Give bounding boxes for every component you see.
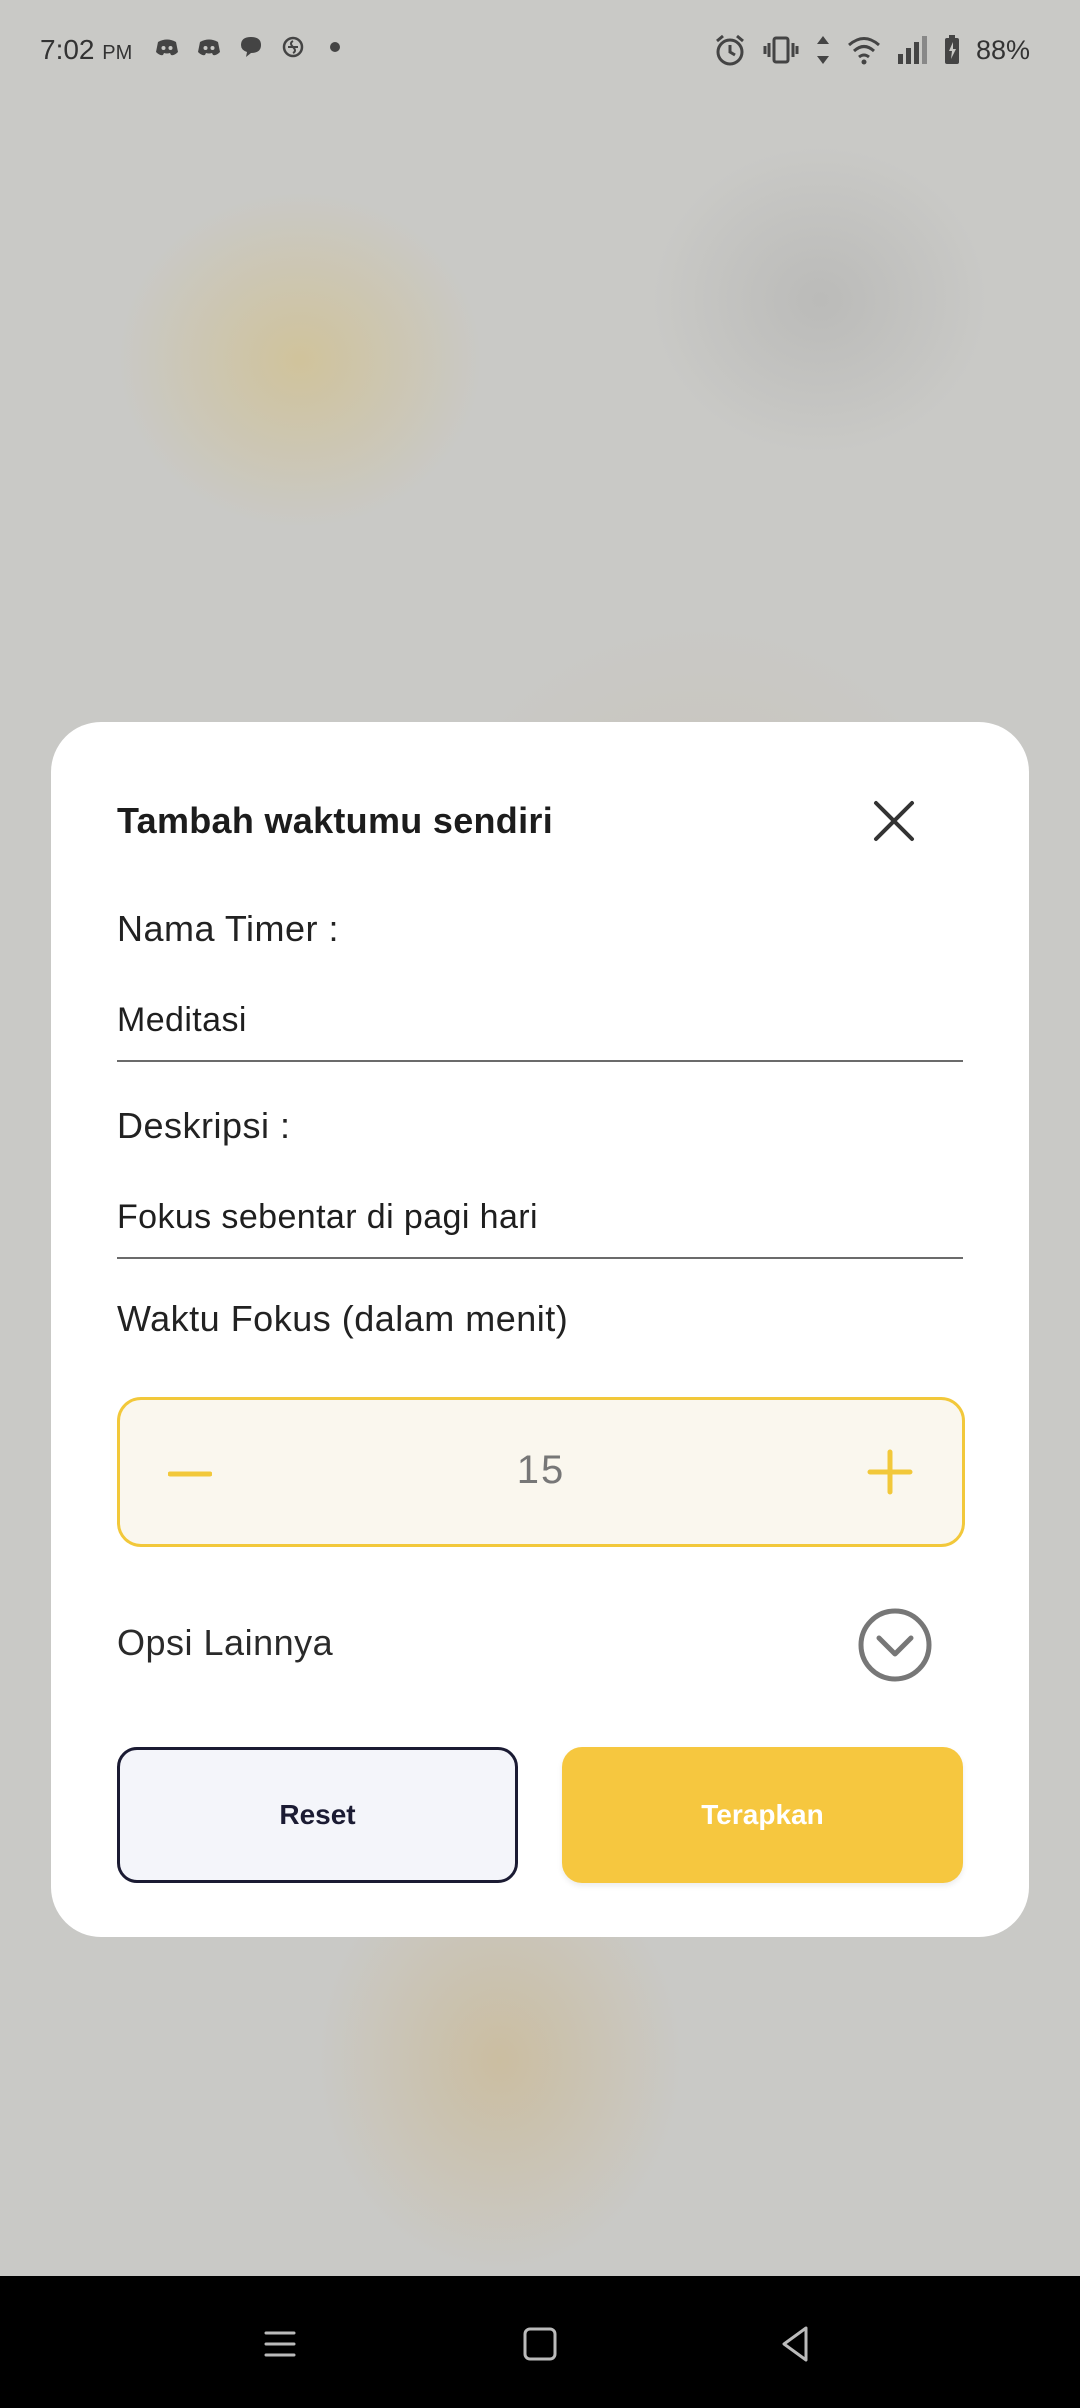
dot-icon [330,42,340,52]
reset-button[interactable]: Reset [117,1747,518,1883]
apply-button[interactable]: Terapkan [562,1747,963,1883]
battery-percentage: 88% [975,34,1030,65]
discord-icon [198,39,220,56]
system-status-icons: 88% [712,32,1030,68]
timer-name-label: Nama Timer : [117,908,340,949]
navigation-bar [0,2276,1080,2408]
dialog-title: Tambah waktumu sendiri [117,800,554,841]
home-square-icon[interactable] [512,2316,568,2372]
status-time: 7:02 PM [40,34,132,66]
back-triangle-icon[interactable] [768,2316,824,2372]
plus-icon[interactable] [866,1448,914,1496]
focus-time-value[interactable]: 15 [120,1448,962,1493]
discord-icon [156,39,178,56]
focus-time-stepper: 15 [117,1397,965,1547]
more-options-label: Opsi Lainnya [117,1622,334,1663]
description-input[interactable] [117,1177,963,1259]
app-icon [282,36,304,58]
close-icon[interactable] [871,798,917,844]
status-bar: 7:02 PM 88% [0,0,1080,100]
data-arrows-icon [816,36,829,64]
wifi-icon [847,37,880,65]
timer-name-input[interactable] [117,980,963,1062]
chat-bubble-icon [241,37,261,57]
focus-time-label: Waktu Fokus (dalam menit) [117,1298,569,1339]
signal-icon [897,36,927,64]
notification-icons [154,34,348,60]
vibrate-icon [763,36,799,64]
add-timer-dialog: Tambah waktumu sendiri Nama Timer : Desk… [51,722,1029,1937]
battery-icon [944,35,959,64]
status-time-ampm: PM [102,42,133,64]
menu-icon[interactable] [252,2316,308,2372]
chevron-down-icon[interactable] [857,1607,933,1683]
description-label: Deskripsi : [117,1105,291,1146]
status-time-value: 7:02 [40,34,95,65]
alarm-icon [715,34,744,66]
